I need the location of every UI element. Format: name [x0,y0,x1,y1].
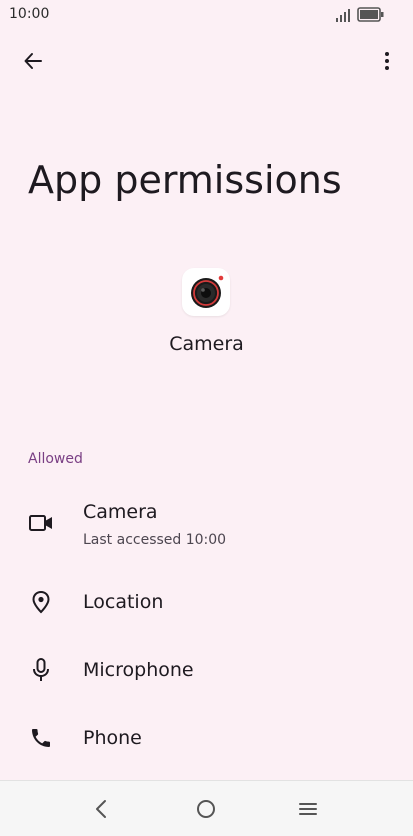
more-options-button[interactable] [372,44,402,78]
app-name: Camera [169,333,244,355]
phone-icon [28,725,54,751]
permission-title: Camera [83,501,158,523]
nav-back-icon [96,800,106,818]
microphone-icon [28,657,54,683]
nav-home-button[interactable] [192,795,220,823]
nav-menu-icon [299,803,317,815]
permission-item-camera[interactable]: Camera Last accessed 10:00 [0,492,413,562]
battery-icon [357,7,384,22]
status-bar: 10:00 [0,0,413,30]
permission-item-location[interactable]: Location [0,577,413,632]
navigation-bar [0,780,413,836]
permission-item-microphone[interactable]: Microphone [0,645,413,700]
nav-back-button[interactable] [87,795,115,823]
arrow-left-icon [24,53,42,69]
page-title: App permissions [28,158,342,202]
permission-item-phone[interactable]: Phone [0,713,413,768]
back-button[interactable] [16,44,50,78]
permission-title: Location [83,591,164,613]
nav-home-icon [197,800,215,818]
more-vert-icon [385,52,389,70]
videocam-icon [28,510,54,536]
section-label-allowed: Allowed [28,451,83,467]
camera-app-icon [182,268,230,316]
permission-subtitle: Last accessed 10:00 [83,532,227,548]
location-pin-icon [28,589,54,615]
permission-title: Phone [83,727,142,749]
permission-title: Microphone [83,659,194,681]
nav-recents-button[interactable] [294,795,322,823]
status-time: 10:00 [9,6,50,22]
signal-icon [336,9,350,22]
